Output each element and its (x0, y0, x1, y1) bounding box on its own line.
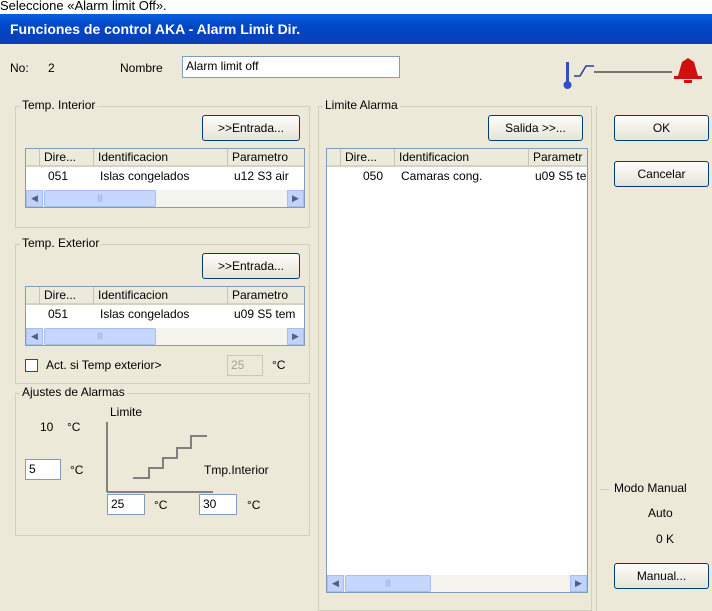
row-dir[interactable]: 051 (48, 169, 68, 184)
horizontal-scrollbar[interactable]: ◀ ||| ▶ (26, 190, 304, 207)
instruction-caption: Seleccione «Alarm limit Off». (0, 0, 712, 14)
manual-mode-value: 0 K (656, 532, 675, 546)
row-dir[interactable]: 050 (363, 169, 383, 184)
row-id[interactable]: Islas congelados (100, 307, 189, 322)
exterior-list[interactable]: Dire... Identificacion Parametro 051 Isl… (25, 286, 305, 346)
window-title: Funciones de control AKA - Alarm Limit D… (0, 14, 712, 44)
scroll-left-icon[interactable]: ◀ (26, 328, 43, 345)
dialog-window: Funciones de control AKA - Alarm Limit D… (0, 14, 712, 611)
scroll-left-icon[interactable]: ◀ (327, 575, 344, 592)
manual-mode-rule (600, 489, 610, 490)
column-header-id[interactable]: Identificacion (94, 149, 228, 167)
upper-limit-unit: °C (67, 420, 81, 434)
temp-interior-legend: Temp. Interior (20, 98, 98, 112)
upper-limit-value: 10 (40, 420, 54, 434)
row-param[interactable]: u09 S5 tem (234, 307, 304, 322)
list-header-spacer (26, 287, 40, 305)
row-param[interactable]: u12 S3 air (234, 169, 304, 184)
exterior-temp-checkbox-label: Act. si Temp exterior> (46, 358, 162, 372)
scroll-left-icon[interactable]: ◀ (26, 190, 43, 207)
no-label: No: (10, 61, 29, 75)
column-header-param[interactable]: Parametro (228, 287, 304, 305)
exterior-temp-checkbox[interactable] (25, 359, 38, 372)
cancel-button[interactable]: Cancelar (614, 161, 709, 187)
name-label: Nombre (120, 61, 163, 75)
lower-limit-unit: °C (70, 463, 84, 477)
column-header-dir[interactable]: Dire... (40, 287, 94, 305)
list-header-spacer (327, 149, 341, 167)
column-divider (596, 106, 597, 611)
interior-list[interactable]: Dire... Identificacion Parametro 051 Isl… (25, 148, 305, 208)
column-header-param[interactable]: Parametro (228, 149, 304, 167)
scroll-right-icon[interactable]: ▶ (287, 328, 304, 345)
column-header-id[interactable]: Identificacion (94, 287, 228, 305)
interior-input-button[interactable]: >>Entrada... (202, 115, 300, 141)
staircase-graph-icon (106, 422, 213, 493)
scroll-thumb[interactable]: ||| (345, 575, 431, 592)
exterior-threshold-unit: °C (272, 358, 286, 372)
ok-button[interactable]: OK (614, 115, 709, 141)
interior-low-field[interactable]: 25 (107, 494, 145, 515)
row-id[interactable]: Camaras cong. (401, 169, 482, 184)
exterior-threshold-field[interactable]: 25 (227, 355, 263, 376)
temp-exterior-legend: Temp. Exterior (20, 236, 102, 250)
no-value: 2 (48, 61, 55, 75)
alarm-settings-legend: Ajustes de Alarmas (20, 385, 127, 399)
horizontal-scrollbar[interactable]: ◀ ||| ▶ (26, 328, 304, 345)
lower-limit-field[interactable]: 5 (25, 459, 61, 480)
interior-low-unit: °C (154, 498, 168, 512)
scroll-thumb[interactable]: ||| (44, 328, 156, 345)
output-button[interactable]: Salida >>... (488, 115, 583, 141)
manual-mode-legend: Modo Manual (612, 481, 689, 495)
horizontal-scrollbar[interactable]: ◀ ||| ▶ (327, 575, 587, 592)
interior-high-unit: °C (247, 498, 261, 512)
interior-high-field[interactable]: 30 (199, 494, 237, 515)
thermometer-alarm-icon (563, 58, 702, 89)
column-header-param[interactable]: Parametr (529, 149, 587, 167)
scroll-thumb[interactable]: ||| (44, 190, 156, 207)
manual-button[interactable]: Manual... (614, 563, 709, 589)
scroll-right-icon[interactable]: ▶ (570, 575, 587, 592)
manual-mode-state: Auto (648, 506, 673, 520)
name-field[interactable]: Alarm limit off (182, 56, 400, 78)
column-header-id[interactable]: Identificacion (395, 149, 529, 167)
list-header-spacer (26, 149, 40, 167)
row-param[interactable]: u09 S5 te (535, 169, 587, 184)
alarm-limit-list[interactable]: Dire... Identificacion Parametr 050 Cama… (326, 148, 588, 593)
column-header-dir[interactable]: Dire... (40, 149, 94, 167)
scroll-right-icon[interactable]: ▶ (287, 190, 304, 207)
interior-axis-label: Tmp.Interior (204, 463, 269, 477)
column-header-dir[interactable]: Dire... (341, 149, 395, 167)
exterior-input-button[interactable]: >>Entrada... (202, 253, 300, 279)
row-id[interactable]: Islas congelados (100, 169, 189, 184)
row-dir[interactable]: 051 (48, 307, 68, 322)
limit-label: Limite (110, 405, 143, 419)
alarm-limit-legend: Limite Alarma (323, 98, 400, 112)
